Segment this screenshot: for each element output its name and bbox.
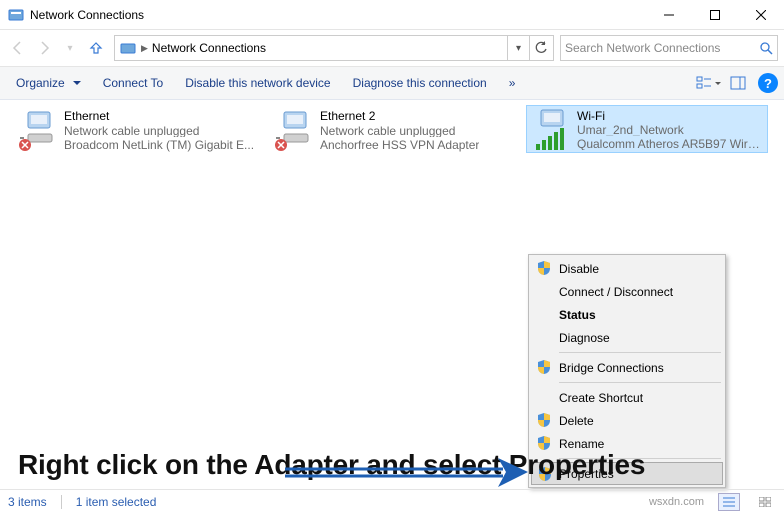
status-selected: 1 item selected [76,495,157,509]
organize-menu[interactable]: Organize [6,72,91,94]
window-icon [8,7,24,23]
menu-delete[interactable]: Delete [531,409,723,432]
chevron-right-icon: ▶ [139,43,150,54]
wifi-icon [531,108,573,152]
maximize-button[interactable] [692,0,738,30]
window-title: Network Connections [30,8,646,22]
search-input[interactable]: Search Network Connections [560,35,778,61]
details-view-button[interactable] [718,493,740,511]
shield-icon [536,412,552,428]
content-area: Ethernet Network cable unplugged Broadco… [0,100,784,480]
breadcrumb-bar[interactable]: ▶ Network Connections ▾ [114,35,554,61]
menu-diagnose[interactable]: Diagnose [531,326,723,349]
command-bar: Organize Connect To Disable this network… [0,66,784,100]
shield-icon [536,359,552,375]
preview-pane-button[interactable] [724,70,752,96]
ethernet-icon [18,108,60,152]
adapter-status: Umar_2nd_Network [577,122,763,136]
icons-view-button[interactable] [754,493,776,511]
status-separator [61,495,62,509]
breadcrumb-text[interactable]: Network Connections [150,41,268,55]
status-bar: 3 items 1 item selected wsxdn.com [0,489,784,513]
menu-shortcut[interactable]: Create Shortcut [531,386,723,409]
back-button[interactable] [6,36,30,60]
menu-disable[interactable]: Disable [531,257,723,280]
view-options-button[interactable] [694,70,722,96]
menu-status[interactable]: Status [531,303,723,326]
shield-icon [536,260,552,276]
search-placeholder: Search Network Connections [565,41,759,55]
menu-separator [559,352,721,353]
help-button[interactable]: ? [758,73,778,93]
adapter-device: Anchorfree HSS VPN Adapter [320,137,479,152]
adapter-name: Ethernet 2 [320,108,479,123]
forward-button[interactable] [32,36,56,60]
menu-bridge[interactable]: Bridge Connections [531,356,723,379]
minimize-button[interactable] [646,0,692,30]
adapter-status: Network cable unplugged [320,123,479,138]
refresh-button[interactable] [529,36,551,60]
diagnose-button[interactable]: Diagnose this connection [343,72,497,94]
up-button[interactable] [84,36,108,60]
search-icon[interactable] [759,41,773,55]
adapter-device: Qualcomm Atheros AR5B97 Wirel... [577,136,763,150]
adapter-name: Wi-Fi [577,108,763,122]
adapter-name: Ethernet [64,108,254,123]
disable-device-button[interactable]: Disable this network device [175,72,340,94]
ethernet-icon [274,108,316,152]
close-button[interactable] [738,0,784,30]
address-row: ▾ ▶ Network Connections ▾ Search Network… [0,30,784,66]
adapter-device: Broadcom NetLink (TM) Gigabit E... [64,137,254,152]
adapter-status: Network cable unplugged [64,123,254,138]
overflow-button[interactable]: » [499,72,526,94]
adapter-ethernet[interactable]: Ethernet Network cable unplugged Broadco… [14,106,266,154]
menu-connect[interactable]: Connect / Disconnect [531,280,723,303]
adapter-wifi[interactable]: Wi-Fi Umar_2nd_Network Qualcomm Atheros … [526,105,768,153]
history-dropdown[interactable]: ▾ [507,36,529,60]
connect-to-button[interactable]: Connect To [93,72,174,94]
title-bar: Network Connections [0,0,784,30]
menu-separator [559,382,721,383]
adapter-ethernet-2[interactable]: Ethernet 2 Network cable unplugged Ancho… [270,106,522,154]
location-icon [119,39,137,57]
status-count: 3 items [8,495,47,509]
watermark: wsxdn.com [649,496,704,508]
recent-dropdown[interactable]: ▾ [58,36,82,60]
